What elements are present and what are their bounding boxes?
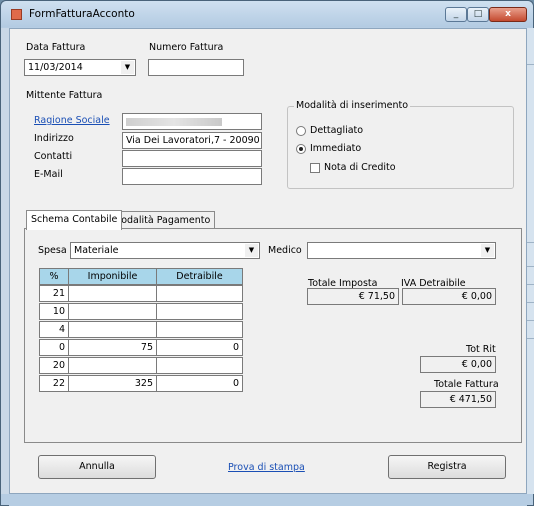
- contatti-field[interactable]: [122, 150, 262, 167]
- table-header-detraibile: Detraibile: [156, 268, 243, 285]
- cell-imponibile[interactable]: [68, 321, 157, 338]
- indirizzo-label: Indirizzo: [34, 133, 74, 144]
- cell-percent[interactable]: 22: [39, 375, 69, 392]
- form-client-area: Data Fattura 11/03/2014 ▼ Numero Fattura…: [9, 28, 527, 494]
- mittente-section-label: Mittente Fattura: [26, 90, 103, 101]
- cell-detraibile[interactable]: [156, 285, 243, 302]
- numero-fattura-label: Numero Fattura: [149, 42, 224, 53]
- tot-rit-value: € 0,00: [420, 356, 496, 373]
- medico-label: Medico: [268, 245, 302, 256]
- cell-detraibile[interactable]: [156, 321, 243, 338]
- cell-imponibile[interactable]: 325: [68, 375, 157, 392]
- tot-rit-label: Tot Rit: [466, 344, 496, 355]
- modalita-group-title: Modalità di inserimento: [294, 100, 411, 111]
- cell-imponibile[interactable]: [68, 303, 157, 320]
- totale-fattura-label: Totale Fattura: [434, 379, 499, 390]
- cell-imponibile[interactable]: 75: [68, 339, 157, 356]
- totale-imposta-value: € 71,50: [307, 288, 399, 305]
- immediato-label: Immediato: [310, 143, 362, 154]
- modalita-inserimento-group: Modalità di inserimento Dettagliato Imme…: [287, 100, 514, 189]
- spesa-value: Materiale: [74, 245, 119, 256]
- registra-button[interactable]: Registra: [388, 455, 506, 479]
- cell-detraibile[interactable]: [156, 357, 243, 374]
- background-window-edge-right: [527, 28, 534, 494]
- spesa-select[interactable]: Materiale ▼: [70, 242, 260, 259]
- cell-detraibile[interactable]: 0: [156, 339, 243, 356]
- close-button[interactable]: x: [489, 7, 527, 22]
- tab-schema-contabile[interactable]: Schema Contabile: [26, 210, 123, 230]
- app-icon: [11, 9, 22, 20]
- email-label: E-Mail: [34, 169, 63, 180]
- table-header-imponibile: Imponibile: [68, 268, 157, 285]
- nota-credito-label: Nota di Credito: [324, 162, 396, 173]
- cell-detraibile[interactable]: 0: [156, 375, 243, 392]
- minimize-button[interactable]: _: [445, 7, 467, 22]
- email-field[interactable]: [122, 168, 262, 185]
- cell-imponibile[interactable]: [68, 357, 157, 374]
- ragione-sociale-field[interactable]: [122, 113, 262, 130]
- window-frame: FormFatturaAcconto _ □ x Data Fattura 11…: [0, 0, 534, 506]
- chevron-down-icon[interactable]: ▼: [121, 61, 134, 74]
- cell-percent[interactable]: 20: [39, 357, 69, 374]
- spesa-label: Spesa: [38, 245, 67, 256]
- chevron-down-icon[interactable]: ▼: [245, 244, 258, 257]
- cell-percent[interactable]: 4: [39, 321, 69, 338]
- dettagliato-radio[interactable]: [296, 126, 306, 136]
- cell-percent[interactable]: 0: [39, 339, 69, 356]
- cell-percent[interactable]: 21: [39, 285, 69, 302]
- window-title: FormFatturaAcconto: [29, 8, 135, 20]
- totale-fattura-value: € 471,50: [420, 391, 496, 408]
- ragione-sociale-link[interactable]: Ragione Sociale: [34, 115, 110, 126]
- indirizzo-field[interactable]: Via Dei Lavoratori,7 - 20090 Bucc: [122, 132, 262, 149]
- title-bar[interactable]: FormFatturaAcconto _ □ x: [1, 1, 533, 27]
- table-header-percent: %: [39, 268, 69, 285]
- background-window-edge: [1, 28, 9, 494]
- cell-imponibile[interactable]: [68, 285, 157, 302]
- iva-detraibile-value: € 0,00: [402, 288, 496, 305]
- blurred-name-redaction: [126, 118, 222, 126]
- window-bottom-border: [9, 494, 527, 506]
- contatti-label: Contatti: [34, 151, 73, 162]
- cell-percent[interactable]: 10: [39, 303, 69, 320]
- chevron-down-icon[interactable]: ▼: [481, 244, 494, 257]
- data-fattura-picker[interactable]: 11/03/2014 ▼: [24, 59, 136, 76]
- prova-di-stampa-link[interactable]: Prova di stampa: [228, 462, 305, 473]
- tab-modalita-pagamento[interactable]: Modalità Pagamento: [108, 211, 216, 229]
- cell-detraibile[interactable]: [156, 303, 243, 320]
- nota-credito-checkbox[interactable]: [310, 163, 320, 173]
- numero-fattura-input[interactable]: [148, 59, 244, 76]
- medico-select[interactable]: ▼: [307, 242, 496, 259]
- immediato-radio[interactable]: [296, 144, 306, 154]
- data-fattura-label: Data Fattura: [26, 42, 86, 53]
- annulla-button[interactable]: Annulla: [38, 455, 156, 479]
- maximize-button[interactable]: □: [467, 7, 489, 22]
- dettagliato-label: Dettagliato: [310, 125, 364, 136]
- data-fattura-value: 11/03/2014: [28, 62, 83, 73]
